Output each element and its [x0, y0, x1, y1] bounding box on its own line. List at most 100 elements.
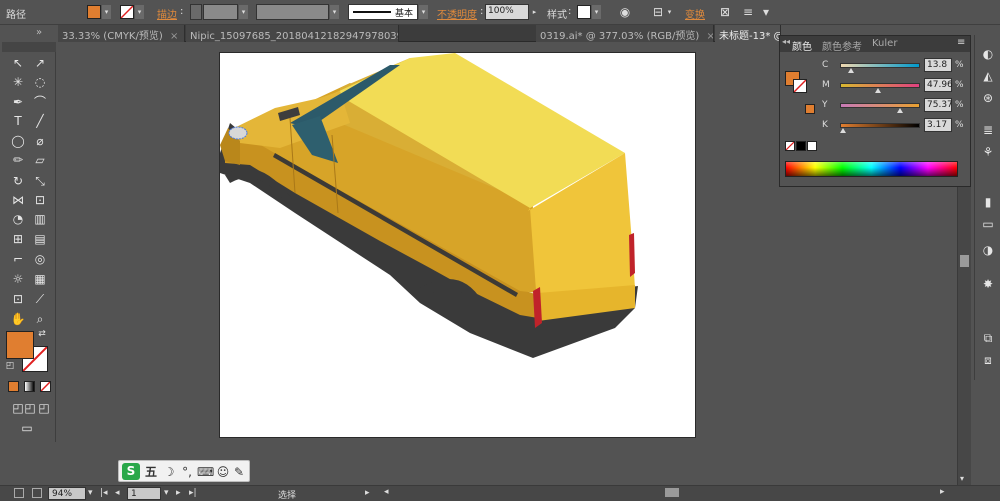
pen-tool-icon[interactable]: ✒: [8, 93, 28, 111]
column-graph-tool-icon[interactable]: ▦: [30, 270, 50, 288]
fill-color-front[interactable]: [6, 331, 34, 359]
color-guide-icon[interactable]: ◭: [979, 67, 997, 85]
pencil-tool-icon[interactable]: ✏: [8, 151, 28, 169]
selection-tool-icon[interactable]: ↖: [8, 54, 28, 72]
slider-thumb[interactable]: [897, 108, 903, 113]
gradient-panel-icon[interactable]: ▭: [979, 215, 997, 233]
brush-dropdown[interactable]: ▾: [419, 5, 428, 19]
window-icon[interactable]: [14, 488, 24, 498]
shape-builder-tool-icon[interactable]: ◔: [8, 210, 28, 228]
line-tool-icon[interactable]: ╱: [30, 112, 50, 130]
perspective-grid-tool-icon[interactable]: ▥: [30, 210, 50, 228]
gradient-mode-icon[interactable]: [24, 381, 35, 392]
panel-stroke-swatch[interactable]: [793, 79, 807, 93]
paintbrush-tool-icon[interactable]: ⌀: [30, 132, 50, 150]
recolor-icon[interactable]: ◉: [617, 4, 633, 20]
wrench-icon[interactable]: ✎: [231, 464, 247, 480]
stroke-dropdown[interactable]: ▾: [135, 5, 144, 19]
keyboard-icon[interactable]: ⌨: [197, 464, 214, 480]
tab-color[interactable]: 颜色: [792, 38, 812, 53]
variable-width-dropdown[interactable]: ▾: [330, 5, 339, 19]
eraser-tool-icon[interactable]: ▱: [30, 151, 50, 169]
hscroll-thumb[interactable]: [665, 488, 679, 497]
scroll-right-icon[interactable]: ▸: [940, 487, 945, 497]
artboards-panel-icon[interactable]: ⧈: [979, 351, 997, 369]
lasso-tool-icon[interactable]: ◌: [30, 73, 50, 91]
panel-collapse-icon[interactable]: ◂◂: [782, 37, 790, 46]
zoom-input[interactable]: 94%: [48, 487, 86, 500]
isolate-icon[interactable]: ≡: [740, 4, 756, 20]
first-artboard-icon[interactable]: |◂: [100, 488, 108, 498]
slice-tool-icon[interactable]: ⟋: [30, 290, 50, 308]
black-swatch[interactable]: [796, 141, 806, 151]
tab-doc-active[interactable]: 未标题-13* @ 94% (CMYK/预览): [715, 25, 781, 42]
magic-wand-tool-icon[interactable]: ✳: [8, 73, 28, 91]
close-icon[interactable]: ×: [706, 31, 713, 42]
last-artboard-icon[interactable]: ▸|: [189, 488, 197, 498]
layers-panel-icon[interactable]: ⧉: [979, 329, 997, 347]
hand-tool-icon[interactable]: ✋: [8, 310, 28, 328]
default-colors-icon[interactable]: ◰: [4, 360, 16, 372]
zoom-dropdown[interactable]: ▾: [88, 488, 93, 498]
slider-track[interactable]: [840, 123, 920, 128]
transparency-panel-icon[interactable]: ◑: [979, 241, 997, 259]
stroke-weight-input[interactable]: [203, 4, 238, 20]
curvature-tool-icon[interactable]: ⌒: [30, 93, 50, 111]
tabs-overflow-icon[interactable]: »: [36, 27, 42, 38]
artboard-dropdown[interactable]: ▾: [164, 488, 169, 498]
none-mode-icon[interactable]: [40, 381, 51, 392]
ime-logo[interactable]: S: [122, 463, 140, 480]
type-tool-icon[interactable]: T: [8, 112, 28, 130]
punctuation-icon[interactable]: °,: [179, 464, 195, 480]
scale-tool-icon[interactable]: ⤡: [30, 172, 50, 190]
transform-link[interactable]: 变换: [685, 6, 705, 21]
horizontal-scrollbar[interactable]: ◂ ▸: [380, 486, 970, 500]
tab-doc-1[interactable]: 33.33% (CMYK/预览) ×: [58, 25, 185, 42]
symbols-icon[interactable]: ⚘: [979, 143, 997, 161]
van-illustration[interactable]: [220, 53, 697, 439]
free-transform-tool-icon[interactable]: ⊡: [30, 191, 50, 209]
zoom-tool-icon[interactable]: ⌕: [30, 310, 50, 328]
none-swatch[interactable]: [785, 141, 795, 151]
artboard-tool-icon[interactable]: ⊡: [8, 290, 28, 308]
prev-artboard-icon[interactable]: ◂: [115, 488, 120, 498]
panel-menu-icon[interactable]: ≡: [957, 37, 965, 48]
color-spectrum-ramp[interactable]: [785, 161, 958, 177]
swap-fill-stroke-icon[interactable]: ⇄: [36, 328, 48, 340]
more-options-icon[interactable]: ▾: [758, 4, 774, 20]
scroll-down-icon[interactable]: ▾: [960, 474, 964, 483]
color-panel-icon[interactable]: ◐: [979, 45, 997, 63]
gradient-tool-icon[interactable]: ▤: [30, 230, 50, 248]
slider-track[interactable]: [840, 103, 920, 108]
direct-selection-tool-icon[interactable]: ↗: [30, 54, 50, 72]
white-swatch[interactable]: [807, 141, 817, 151]
tab-color-guide[interactable]: 颜色参考: [822, 38, 862, 53]
style-dropdown[interactable]: ▾: [592, 5, 601, 19]
stroke-weight-dropdown[interactable]: ▾: [239, 5, 248, 19]
blend-tool-icon[interactable]: ◎: [30, 250, 50, 268]
fill-swatch[interactable]: [87, 5, 101, 19]
user-icon[interactable]: ☺: [215, 464, 231, 480]
brushes-icon[interactable]: ≣: [979, 121, 997, 139]
slider-value-input[interactable]: 13.8: [924, 58, 952, 72]
ellipse-tool-icon[interactable]: ◯: [8, 132, 28, 150]
tab-kuler[interactable]: Kuler: [872, 38, 897, 49]
graphic-style-swatch[interactable]: [577, 5, 591, 19]
stroke-panel-icon[interactable]: ▮: [979, 193, 997, 211]
next-artboard-icon[interactable]: ▸: [176, 488, 181, 498]
tools-grip[interactable]: [2, 42, 56, 52]
status-menu-arrow[interactable]: ▸: [365, 488, 370, 498]
slider-value-input[interactable]: 75.37: [924, 98, 953, 112]
align-dropdown[interactable]: ▾: [665, 5, 674, 19]
mesh-tool-icon[interactable]: ⊞: [8, 230, 28, 248]
scroll-left-icon[interactable]: ◂: [384, 487, 389, 497]
color-mode-icon[interactable]: [8, 381, 19, 392]
slider-value-input[interactable]: 3.17: [924, 118, 952, 132]
opacity-arrow[interactable]: ▸: [530, 5, 539, 19]
moon-icon[interactable]: ☽: [161, 464, 177, 480]
opacity-input[interactable]: 100%: [485, 4, 529, 20]
stroke-swatch[interactable]: [120, 5, 134, 19]
eyedropper-tool-icon[interactable]: ⌐: [8, 250, 28, 268]
appearance-panel-icon[interactable]: ✸: [979, 275, 997, 293]
symbol-sprayer-tool-icon[interactable]: ☼: [8, 270, 28, 288]
